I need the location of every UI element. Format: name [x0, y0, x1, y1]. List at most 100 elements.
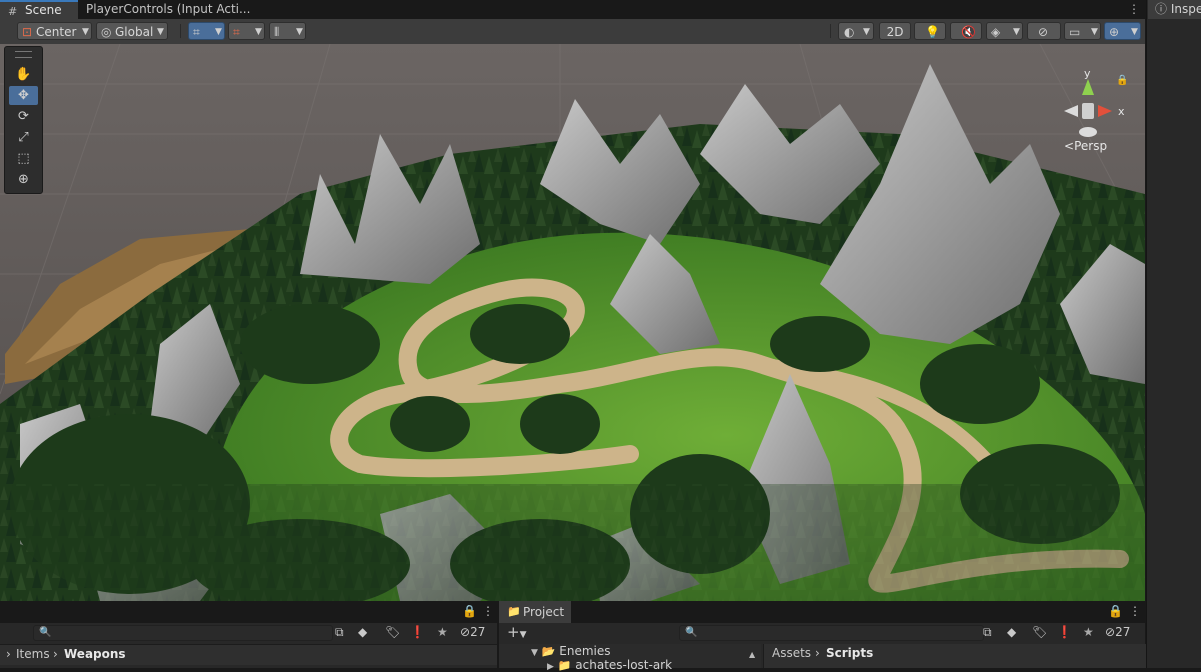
space-mode-dropdown[interactable]: ◎ Global ▼ — [96, 22, 168, 40]
tab-project[interactable]: 📁 Project — [499, 601, 571, 623]
rotate-icon: ⟳ — [18, 109, 29, 124]
effects-dropdown[interactable]: ◈ ▼ — [986, 22, 1023, 40]
breadcrumb-separator-icon: › — [815, 646, 820, 660]
align-icon: ⦀ — [274, 25, 280, 39]
project-panel: 📁 Project 🔒 ⋮ +▼ 🔍 ⧉ ◆ 🏷 ❗ ★ ⊘27 ▼ 📂 Ene… — [499, 601, 1146, 672]
filter-type-icon[interactable]: ◆ — [1007, 625, 1016, 639]
gizmo-x-axis[interactable] — [1098, 105, 1112, 117]
chevron-down-icon: ▼ — [157, 27, 164, 37]
warning-icon[interactable]: ❗ — [410, 625, 425, 639]
camera-icon: ▭ — [1069, 25, 1081, 39]
eye-slash-icon: ⊘ — [1038, 25, 1049, 39]
chevron-down-icon: ▼ — [1013, 27, 1020, 37]
move-tool-button[interactable]: ✥ — [9, 86, 38, 105]
folder-icon: 📁 — [557, 659, 572, 672]
hidden-count: 27 — [470, 625, 486, 639]
tab-project-label: Project — [523, 605, 565, 619]
search-by-type-icon[interactable]: ⧉ — [983, 625, 992, 640]
info-icon: ⓘ — [1155, 2, 1168, 16]
drag-handle-icon[interactable] — [15, 51, 32, 58]
lock-icon[interactable]: 🔒 — [1116, 74, 1128, 86]
gizmo-neg-x-axis[interactable] — [1064, 105, 1078, 117]
grid-icon: # — [8, 5, 18, 18]
transform-tool-button[interactable]: ⊕ — [9, 170, 38, 189]
lightbulb-icon: 💡 — [925, 25, 940, 39]
breadcrumb-parent[interactable]: Items — [16, 647, 50, 661]
search-by-type-icon[interactable]: ⧉ — [335, 625, 344, 640]
grid-snapping-toggle[interactable]: ⌗ ▼ — [188, 22, 225, 40]
breadcrumb-current[interactable]: Scripts — [826, 646, 873, 660]
chevron-down-icon: ▼ — [863, 27, 870, 37]
hidden-packages-toggle[interactable]: ⊘27 — [460, 625, 485, 639]
audio-muted-icon: 🔇 — [961, 25, 976, 39]
draw-mode-dropdown[interactable]: ◐ ▼ — [838, 22, 874, 40]
list-item[interactable]: ▼ 📂 Enemies — [531, 644, 611, 658]
camera-dropdown[interactable]: ▭ ▼ — [1064, 22, 1101, 40]
kebab-menu-icon[interactable]: ⋮ — [482, 604, 494, 618]
breadcrumb: › Items › Weapons — [0, 644, 497, 665]
align-toggle[interactable]: ⦀ ▼ — [269, 22, 306, 40]
warning-icon[interactable]: ❗ — [1057, 625, 1072, 639]
chevron-down-icon: ▼ — [296, 27, 303, 37]
chevron-down-icon: ▼ — [1131, 27, 1138, 37]
tab-player-controls[interactable]: PlayerControls (Input Acti... — [86, 0, 250, 19]
chevron-down-icon: ▼ — [215, 27, 222, 37]
transform-icon: ⊕ — [18, 172, 29, 187]
terrain-render — [0, 44, 1145, 601]
project-search-input[interactable]: 🔍 — [679, 625, 984, 641]
folder-icon: 📁 — [507, 605, 521, 618]
pivot-mode-label: Center — [36, 25, 77, 39]
chevron-right-icon: ▶ — [547, 662, 554, 672]
kebab-menu-icon[interactable]: ⋮ — [1128, 0, 1140, 19]
star-icon[interactable]: ★ — [1083, 625, 1094, 639]
hidden-objects-toggle[interactable]: ⊘ — [1027, 22, 1061, 40]
chevron-down-icon: ▼ — [519, 630, 527, 640]
shading-mode-icon: ◐ — [844, 25, 855, 39]
scroll-up-icon: ▲ — [749, 650, 756, 659]
search-icon: 🔍 — [39, 627, 52, 638]
hidden-packages-toggle[interactable]: ⊘27 — [1105, 625, 1130, 639]
gizmo-center-cube[interactable] — [1082, 103, 1094, 119]
folder-label: Enemies — [559, 644, 611, 658]
toggle-2d-button[interactable]: 2D — [879, 22, 911, 40]
add-asset-button[interactable]: +▼ — [507, 623, 527, 641]
label-icon[interactable]: 🏷 — [1032, 625, 1047, 639]
gizmo-neg-y-axis[interactable] — [1079, 127, 1097, 137]
effects-icon: ◈ — [991, 25, 1001, 39]
rotate-tool-button[interactable]: ⟳ — [9, 107, 38, 126]
projection-toggle[interactable]: <Persp — [1064, 139, 1107, 153]
tab-scene[interactable]: # Scene — [0, 0, 78, 19]
tree-scrollbar[interactable]: ▲ — [749, 646, 758, 666]
rect-tool-button[interactable]: ⬚ — [9, 149, 38, 168]
eye-slash-icon: ⊘ — [460, 625, 471, 639]
scale-tool-button[interactable]: ⤢ — [9, 128, 38, 147]
lock-icon[interactable]: 🔒 — [1108, 604, 1123, 618]
lighting-toggle[interactable]: 💡 — [914, 22, 946, 40]
increment-snap-toggle[interactable]: ⌗ ▼ — [228, 22, 265, 40]
star-icon[interactable]: ★ — [437, 625, 448, 639]
scene-view[interactable] — [0, 44, 1145, 601]
kebab-menu-icon[interactable]: ⋮ — [1129, 604, 1141, 618]
scene-toolbar: ⊡ Center ▼ ◎ Global ▼ ⌗ ▼ ⌗ ▼ ⦀ ▼ ◐ ▼ 2D… — [0, 19, 1145, 45]
panel-header: 📁 Project 🔒 ⋮ — [499, 601, 1145, 623]
scale-icon: ⤢ — [18, 130, 29, 145]
breadcrumb-current[interactable]: Weapons — [64, 647, 126, 661]
filter-type-icon[interactable]: ◆ — [358, 625, 367, 639]
chevron-down-icon: ▼ — [531, 648, 538, 658]
lock-icon[interactable]: 🔒 — [462, 604, 477, 618]
audio-toggle[interactable]: 🔇 — [950, 22, 982, 40]
toolbar-divider — [180, 24, 181, 38]
tab-inspector[interactable]: ⓘ Inspe — [1148, 0, 1201, 19]
gizmo-y-axis[interactable] — [1082, 79, 1094, 95]
perspective-icon: < — [1064, 139, 1075, 153]
label-icon[interactable]: 🏷 — [385, 625, 400, 639]
breadcrumb-root[interactable]: Assets — [772, 646, 811, 660]
grid-snap-icon: ⌗ — [193, 25, 200, 39]
list-item[interactable]: ▶ 📁 achates-lost-ark — [547, 658, 672, 672]
hidden-count: 27 — [1115, 625, 1131, 639]
search-input[interactable]: 🔍 — [33, 625, 333, 641]
globe-icon: ◎ — [101, 25, 112, 39]
hand-tool-button[interactable]: ✋ — [9, 65, 38, 84]
pivot-mode-dropdown[interactable]: ⊡ Center ▼ — [17, 22, 92, 40]
gizmos-dropdown[interactable]: ⊕ ▼ — [1104, 22, 1141, 40]
